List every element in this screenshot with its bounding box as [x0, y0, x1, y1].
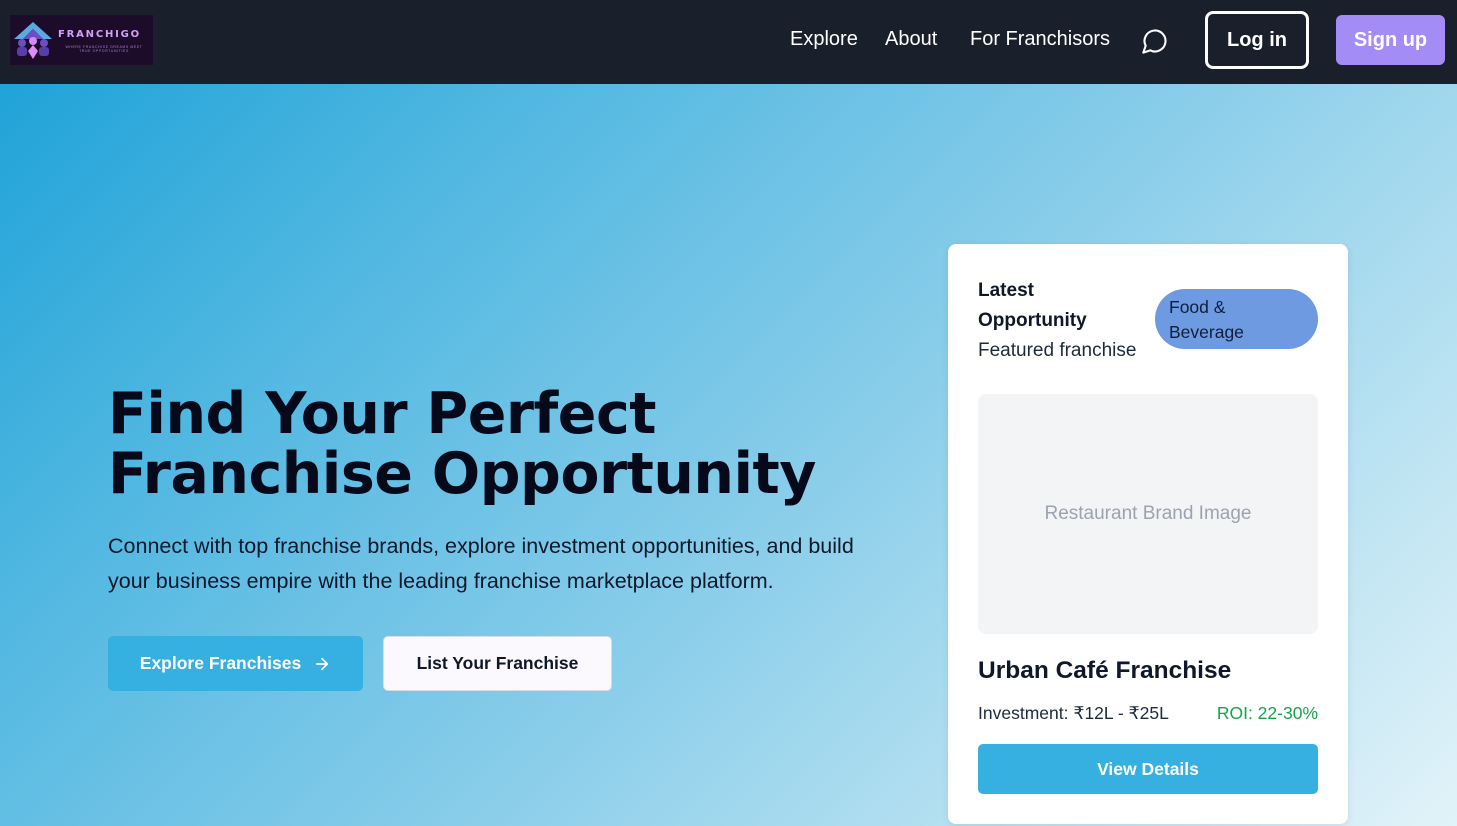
card-label: Latest Opportunity — [978, 280, 1087, 331]
franchise-title: Urban Café Franchise — [978, 657, 1232, 684]
hero-subtitle: Connect with top franchise brands, explo… — [108, 534, 854, 593]
nav-for-franchisors-link[interactable]: For Franchisors — [970, 28, 1110, 51]
explore-franchises-label: Explore Franchises — [139, 653, 302, 673]
investment-range: Investment: ₹12L - ₹25L — [978, 703, 1169, 723]
brand-tagline: WHERE FRANCHISE DREAMS MEET TRUE OPPORTU… — [65, 45, 143, 53]
image-placeholder-text: Restaurant Brand Image — [1044, 503, 1252, 524]
view-details-button[interactable]: View Details — [978, 744, 1318, 794]
brand-name: FRANCHIGO — [58, 29, 141, 40]
signup-button[interactable]: Sign up — [1336, 15, 1445, 65]
roi-value: ROI: 22-30% — [1216, 703, 1318, 723]
explore-franchises-button[interactable]: Explore Franchises — [108, 636, 363, 691]
brand-logo[interactable]: FRANCHIGO WHERE FRANCHISE DREAMS MEET TR… — [10, 15, 153, 65]
arrow-right-icon — [316, 657, 329, 670]
category-badge: Food & Beverage — [1155, 289, 1318, 349]
list-your-franchise-button[interactable]: List Your Franchise — [383, 636, 612, 691]
latest-opportunity-card: Latest Opportunity Featured franchise Fo… — [948, 244, 1348, 824]
hero-section: Find Your Perfect Franchise Opportunity … — [0, 84, 1457, 826]
card-sublabel: Featured franchise — [978, 340, 1137, 361]
hero-title: Find Your Perfect Franchise Opportunity — [108, 381, 816, 507]
brand-image-placeholder: Restaurant Brand Image — [978, 394, 1318, 634]
navbar: FRANCHIGO WHERE FRANCHISE DREAMS MEET TR… — [0, 0, 1457, 84]
logo-mark-icon — [14, 22, 52, 59]
login-button[interactable]: Log in — [1205, 11, 1309, 69]
message-circle-icon[interactable] — [1141, 27, 1169, 55]
nav-about-link[interactable]: About — [885, 28, 937, 51]
nav-explore-link[interactable]: Explore — [790, 28, 858, 51]
